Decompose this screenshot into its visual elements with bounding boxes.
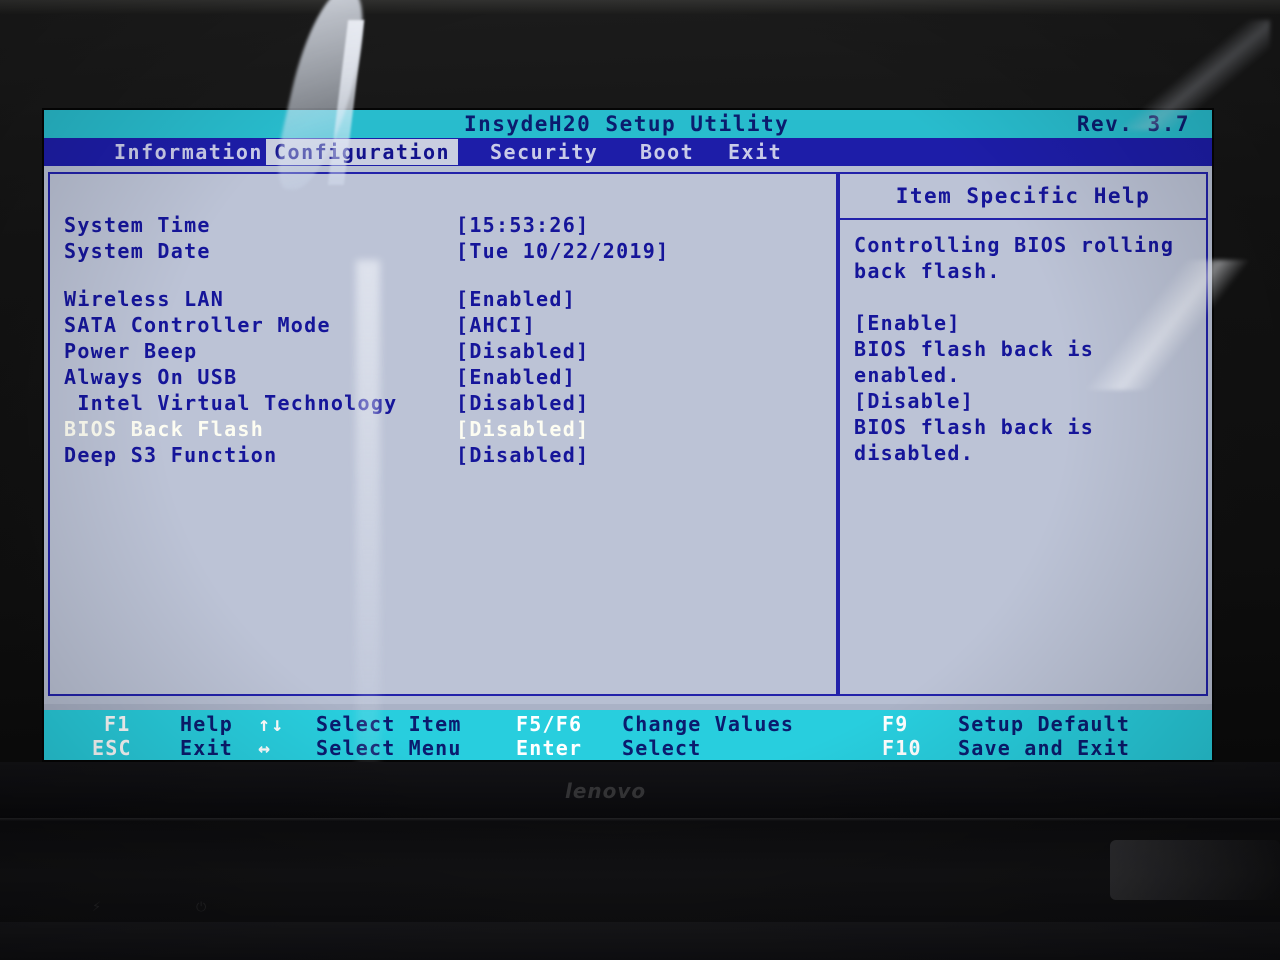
key-f9-desc: Setup Default bbox=[958, 712, 1131, 736]
key-legend-footer: F1 Help ESC Exit ↑↓ Select Item ↔ Select… bbox=[44, 710, 1212, 760]
key-esc-desc: Exit bbox=[180, 736, 233, 760]
tab-security[interactable]: Security bbox=[482, 139, 606, 165]
key-f5-f6: F5/F6 bbox=[516, 712, 583, 736]
setting-label: System Date bbox=[64, 239, 211, 263]
setting-value[interactable]: [Disabled] bbox=[456, 390, 589, 416]
settings-row[interactable]: System Time [15:53:26] bbox=[64, 212, 824, 238]
revision-label: Rev. 3.7 bbox=[1076, 112, 1190, 136]
tab-boot[interactable]: Boot bbox=[632, 139, 702, 165]
item-specific-help-panel: Item Specific Help Controlling BIOS roll… bbox=[838, 172, 1208, 696]
deck-marking-power-icon: ⏻ bbox=[196, 900, 207, 915]
setting-label: Deep S3 Function bbox=[64, 443, 278, 467]
help-text-line: BIOS flash back is bbox=[854, 337, 1095, 361]
setting-value[interactable]: [15:53:26] bbox=[456, 212, 589, 238]
deck-right-highlight bbox=[1110, 840, 1280, 900]
help-text-line: BIOS flash back is bbox=[854, 415, 1095, 439]
deck-marking-left: ⚡ bbox=[92, 900, 102, 915]
help-panel-title: Item Specific Help bbox=[895, 184, 1151, 208]
tab-information[interactable]: Information bbox=[106, 139, 271, 165]
settings-row[interactable]: Deep S3 Function [Disabled] bbox=[64, 442, 824, 468]
setting-value[interactable]: [AHCI] bbox=[456, 312, 536, 338]
key-left-right-arrows-icon: ↔ bbox=[258, 736, 272, 760]
lid-top-sheen bbox=[0, 0, 1280, 14]
setting-label: Always On USB bbox=[64, 365, 238, 389]
settings-row[interactable]: SATA Controller Mode [AHCI] bbox=[64, 312, 824, 338]
help-text-line: disabled. bbox=[854, 441, 975, 465]
title-bar: InsydeH20 Setup Utility Rev. 3.7 bbox=[44, 110, 1212, 138]
settings-row[interactable]: BIOS Back Flash [Disabled] bbox=[64, 416, 824, 442]
setting-value[interactable]: [Enabled] bbox=[456, 286, 576, 312]
body-area: System Time [15:53:26] System Date [Tue 10/… bbox=[44, 166, 1212, 704]
bios-screen: InsydeH20 Setup Utility Rev. 3.7 Informa… bbox=[44, 110, 1264, 880]
key-esc: ESC bbox=[92, 736, 132, 760]
setting-label: SATA Controller Mode bbox=[64, 313, 331, 337]
help-text-line: back flash. bbox=[854, 259, 1001, 283]
setting-label: BIOS Back Flash bbox=[64, 417, 265, 441]
key-f5-f6-desc: Change Values bbox=[622, 712, 795, 736]
settings-row-spacer bbox=[64, 264, 824, 286]
key-up-down-arrows-icon: ↑↓ bbox=[258, 712, 285, 736]
key-f10: F10 bbox=[882, 736, 922, 760]
help-text-line: enabled. bbox=[854, 363, 961, 387]
setting-value[interactable]: [Enabled] bbox=[456, 364, 576, 390]
key-enter-desc: Select bbox=[622, 736, 702, 760]
setting-value[interactable]: [Disabled] bbox=[456, 338, 589, 364]
setting-value[interactable]: [Disabled] bbox=[456, 442, 589, 468]
setting-value[interactable]: [Disabled] bbox=[456, 416, 589, 442]
key-f1: F1 bbox=[104, 712, 131, 736]
settings-row[interactable]: Intel Virtual Technology [Disabled] bbox=[64, 390, 824, 416]
settings-list: System Time [15:53:26] System Date [Tue 10/… bbox=[64, 212, 824, 468]
setting-label: Power Beep bbox=[64, 339, 198, 363]
help-text-line: [Enable] bbox=[854, 311, 961, 335]
tab-exit[interactable]: Exit bbox=[720, 139, 790, 165]
menu-tab-bar: Information Configuration Security Boot … bbox=[44, 138, 1212, 166]
setting-value[interactable]: [Tue 10/22/2019] bbox=[456, 238, 669, 264]
settings-row[interactable]: System Date [Tue 10/22/2019] bbox=[64, 238, 824, 264]
key-f10-desc: Save and Exit bbox=[958, 736, 1131, 760]
settings-row[interactable]: Always On USB [Enabled] bbox=[64, 364, 824, 390]
app-title: InsydeH20 Setup Utility bbox=[464, 112, 790, 136]
deck-edge bbox=[0, 818, 1280, 821]
help-text-line: [Disable] bbox=[854, 389, 975, 413]
keyboard-strip: F8 F9 F10 F11 F12 Druck Einfg Entf Pos 1… bbox=[0, 922, 1280, 960]
key-f9: F9 bbox=[882, 712, 909, 736]
key-select-menu-desc: Select Menu bbox=[316, 736, 462, 760]
help-text-line bbox=[854, 284, 1194, 310]
help-text-line: Controlling BIOS rolling bbox=[854, 233, 1175, 257]
setting-label: Wireless LAN bbox=[64, 287, 225, 311]
settings-row[interactable]: Power Beep [Disabled] bbox=[64, 338, 824, 364]
lenovo-brand-logo: lenovo bbox=[565, 779, 647, 803]
setting-label: Intel Virtual Technology bbox=[64, 391, 398, 415]
photograph-of-laptop-screen: InsydeH20 Setup Utility Rev. 3.7 Informa… bbox=[0, 0, 1280, 960]
settings-panel: System Time [15:53:26] System Date [Tue 10/… bbox=[48, 172, 838, 696]
key-select-item-desc: Select Item bbox=[316, 712, 462, 736]
settings-row[interactable]: Wireless LAN [Enabled] bbox=[64, 286, 824, 312]
help-panel-body: Controlling BIOS rolling back flash. [Enab… bbox=[854, 232, 1194, 466]
key-f1-desc: Help bbox=[180, 712, 233, 736]
key-enter: Enter bbox=[516, 736, 583, 760]
setting-label: System Time bbox=[64, 213, 211, 237]
help-panel-header: Item Specific Help bbox=[840, 174, 1206, 220]
tab-configuration[interactable]: Configuration bbox=[266, 139, 459, 165]
